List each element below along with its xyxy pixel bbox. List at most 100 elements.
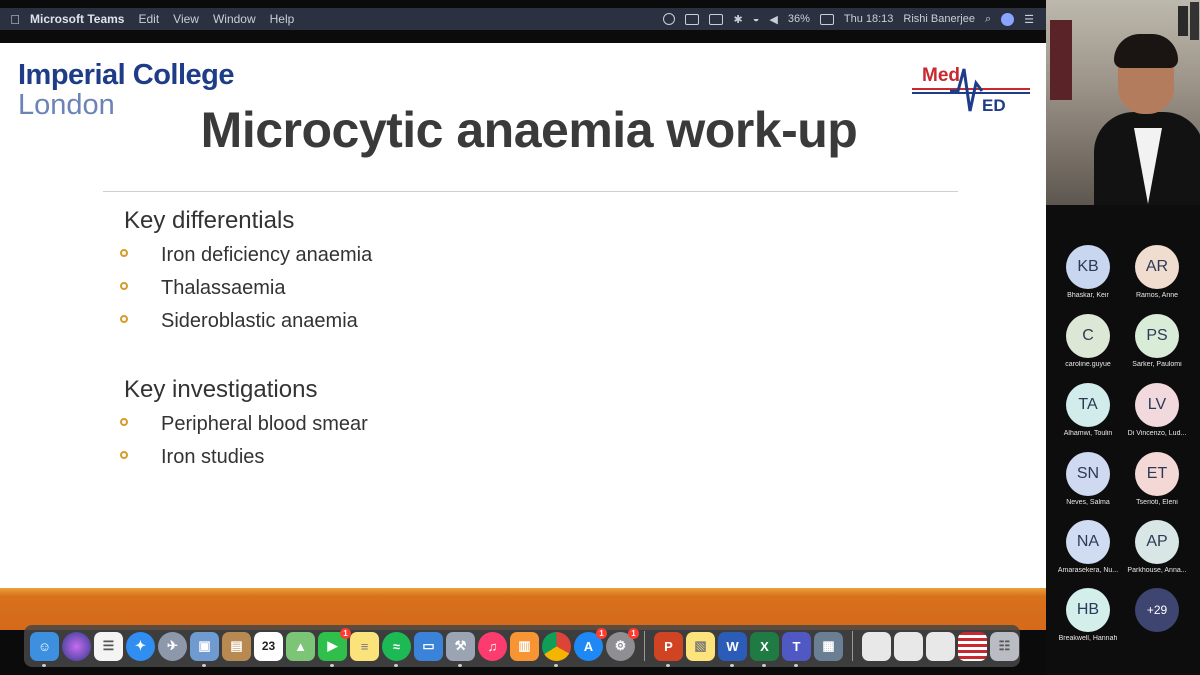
participant-avatar: ET	[1135, 452, 1179, 496]
app-store-icon[interactable]: A1	[574, 627, 607, 661]
title-divider	[103, 191, 958, 192]
participant-avatar: NA	[1066, 520, 1110, 564]
bullet-text: Iron studies	[161, 446, 265, 468]
stickies-icon[interactable]: ▧	[686, 631, 715, 661]
powerpoint-icon[interactable]: P	[654, 631, 683, 667]
control-center-icon[interactable]: ☰	[1024, 13, 1034, 26]
screen-share-icon[interactable]	[709, 13, 724, 25]
user-name[interactable]: Rishi Banerjee	[903, 13, 975, 25]
minimized-window-3-icon[interactable]	[926, 631, 955, 661]
calendar-day: 23	[261, 639, 276, 653]
participant-tile[interactable]: Ccaroline.guyue	[1051, 314, 1125, 368]
apple-menu-icon[interactable]: 	[0, 12, 30, 27]
volume-icon[interactable]: ◀	[769, 13, 777, 26]
participant-tile[interactable]: SN Neves, Salma	[1051, 452, 1125, 506]
participant-avatar: HB	[1066, 588, 1110, 632]
status-area: ✱ ◒ ◀ 36% Thu 18:13 Rishi Banerjee ⌕ ☰	[663, 12, 1046, 26]
section-heading-investigations: Key investigations	[124, 376, 318, 403]
facetime-icon[interactable]: ▶ 1	[318, 627, 351, 667]
participant-name: Breakwell, Hannah	[1058, 635, 1118, 642]
menu-help[interactable]: Help	[270, 12, 295, 26]
books-icon[interactable]: ▥	[510, 631, 539, 661]
participant-tile[interactable]: LV Di Vincenzo, Lud...	[1120, 383, 1194, 437]
finder-icon[interactable]: ☺	[30, 631, 59, 667]
bullet-item: Iron deficiency anaemia	[120, 244, 372, 267]
bullet-item: Peripheral blood smear	[120, 413, 368, 436]
reminders-icon[interactable]: ☰	[94, 631, 123, 661]
preview-icon[interactable]: ▣	[190, 631, 219, 667]
participant-avatar: LV	[1135, 383, 1179, 427]
contacts-icon[interactable]: ▤	[222, 631, 251, 661]
participant-name: Bhaskar, Keir	[1067, 292, 1109, 299]
participant-tile[interactable]: AP Parkhouse, Anna...	[1120, 520, 1194, 574]
bullet-item: Iron studies	[120, 446, 264, 469]
notes-icon[interactable]: ≡	[350, 631, 379, 661]
participant-name: Di Vincenzo, Lud...	[1127, 430, 1187, 437]
launchpad-icon[interactable]: ✈	[158, 631, 187, 661]
participant-name: Amarasekera, Nu...	[1057, 567, 1119, 574]
music-icon[interactable]: ♫	[478, 631, 507, 661]
participant-tile[interactable]: HB Breakwell, Hannah	[1051, 588, 1125, 642]
notification-icon[interactable]	[663, 13, 676, 25]
safari-icon[interactable]: ✦	[126, 631, 155, 661]
settings-badge: 1	[628, 627, 639, 639]
minimized-window-4-icon[interactable]	[958, 631, 987, 661]
video-person-hair	[1114, 34, 1178, 68]
minimized-window-2-icon[interactable]	[894, 631, 923, 661]
participant-tile[interactable]: ET Tserioti, Eleni	[1120, 452, 1194, 506]
bullet-text: Thalassaemia	[161, 277, 286, 299]
bullet-item: Thalassaemia	[120, 277, 286, 300]
participant-tile[interactable]: AR Ramos, Anne	[1120, 245, 1194, 299]
xcode-icon[interactable]: ⚒	[446, 631, 475, 667]
siri-icon[interactable]	[1001, 12, 1015, 26]
menu-edit[interactable]: Edit	[138, 12, 159, 26]
presenter-video[interactable]	[1046, 0, 1200, 205]
spotify-icon[interactable]: ≈	[382, 631, 411, 667]
participant-name: Alhamwi, Toulin	[1063, 430, 1113, 437]
presentation-slide: Imperial College London Med ED Microcyti…	[0, 43, 1046, 630]
siri-dock-icon[interactable]	[62, 631, 91, 661]
participant-avatar: KB	[1066, 245, 1110, 289]
battery-percent: 36%	[787, 13, 810, 25]
participant-name: Tserioti, Eleni	[1136, 499, 1178, 506]
more-participants-badge[interactable]: +29	[1135, 588, 1179, 632]
slide-footer-band	[0, 588, 1046, 630]
participant-tile[interactable]: NA Amarasekera, Nu...	[1051, 520, 1125, 574]
trash-icon[interactable]: ☷	[990, 631, 1019, 661]
video-frame-1	[1178, 6, 1188, 36]
battery-icon[interactable]	[819, 13, 834, 25]
bluetooth-icon[interactable]: ✱	[733, 13, 742, 26]
participant-avatar: AR	[1135, 245, 1179, 289]
menu-window[interactable]: Window	[213, 12, 256, 26]
participant-tile[interactable]: KB Bhaskar, Keir	[1051, 245, 1125, 299]
bullet-circle-icon	[120, 248, 128, 257]
maps-icon[interactable]: ▲	[286, 631, 315, 661]
logo-line-1: Imperial College	[18, 59, 235, 91]
bullet-text: Sideroblastic anaemia	[161, 310, 358, 332]
participant-name: Parkhouse, Anna...	[1127, 567, 1187, 574]
airplay-icon[interactable]	[685, 13, 700, 25]
teams-icon[interactable]: T	[782, 631, 811, 667]
video-frame-2	[1190, 2, 1199, 40]
dock-separator	[852, 631, 853, 661]
menu-bar:  Microsoft Teams Edit View Window Help …	[0, 8, 1046, 30]
screen:  Microsoft Teams Edit View Window Help …	[0, 0, 1200, 675]
chrome-icon[interactable]	[542, 631, 571, 667]
menu-view[interactable]: View	[173, 12, 199, 26]
excel-icon[interactable]: X	[750, 631, 779, 667]
image-capture-icon[interactable]: ▦	[814, 631, 843, 661]
clock[interactable]: Thu 18:13	[844, 13, 894, 25]
system-preferences-icon[interactable]: ⚙ 1	[606, 627, 639, 661]
wifi-icon[interactable]: ◒	[753, 13, 760, 25]
keynote-icon[interactable]: ▭	[414, 631, 443, 661]
participant-tile[interactable]: PS Sarker, Paulomi	[1120, 314, 1194, 368]
word-icon[interactable]: W	[718, 631, 747, 667]
minimized-window-1-icon[interactable]	[862, 631, 891, 661]
spotlight-search-icon[interactable]: ⌕	[985, 13, 991, 26]
bullet-item: Sideroblastic anaemia	[120, 310, 358, 333]
bullet-circle-icon	[120, 417, 128, 426]
app-name-menu[interactable]: Microsoft Teams	[30, 12, 124, 26]
calendar-icon[interactable]: 23	[254, 631, 283, 661]
participant-tile[interactable]: TA Alhamwi, Toulin	[1051, 383, 1125, 437]
participant-avatar: C	[1066, 314, 1110, 358]
